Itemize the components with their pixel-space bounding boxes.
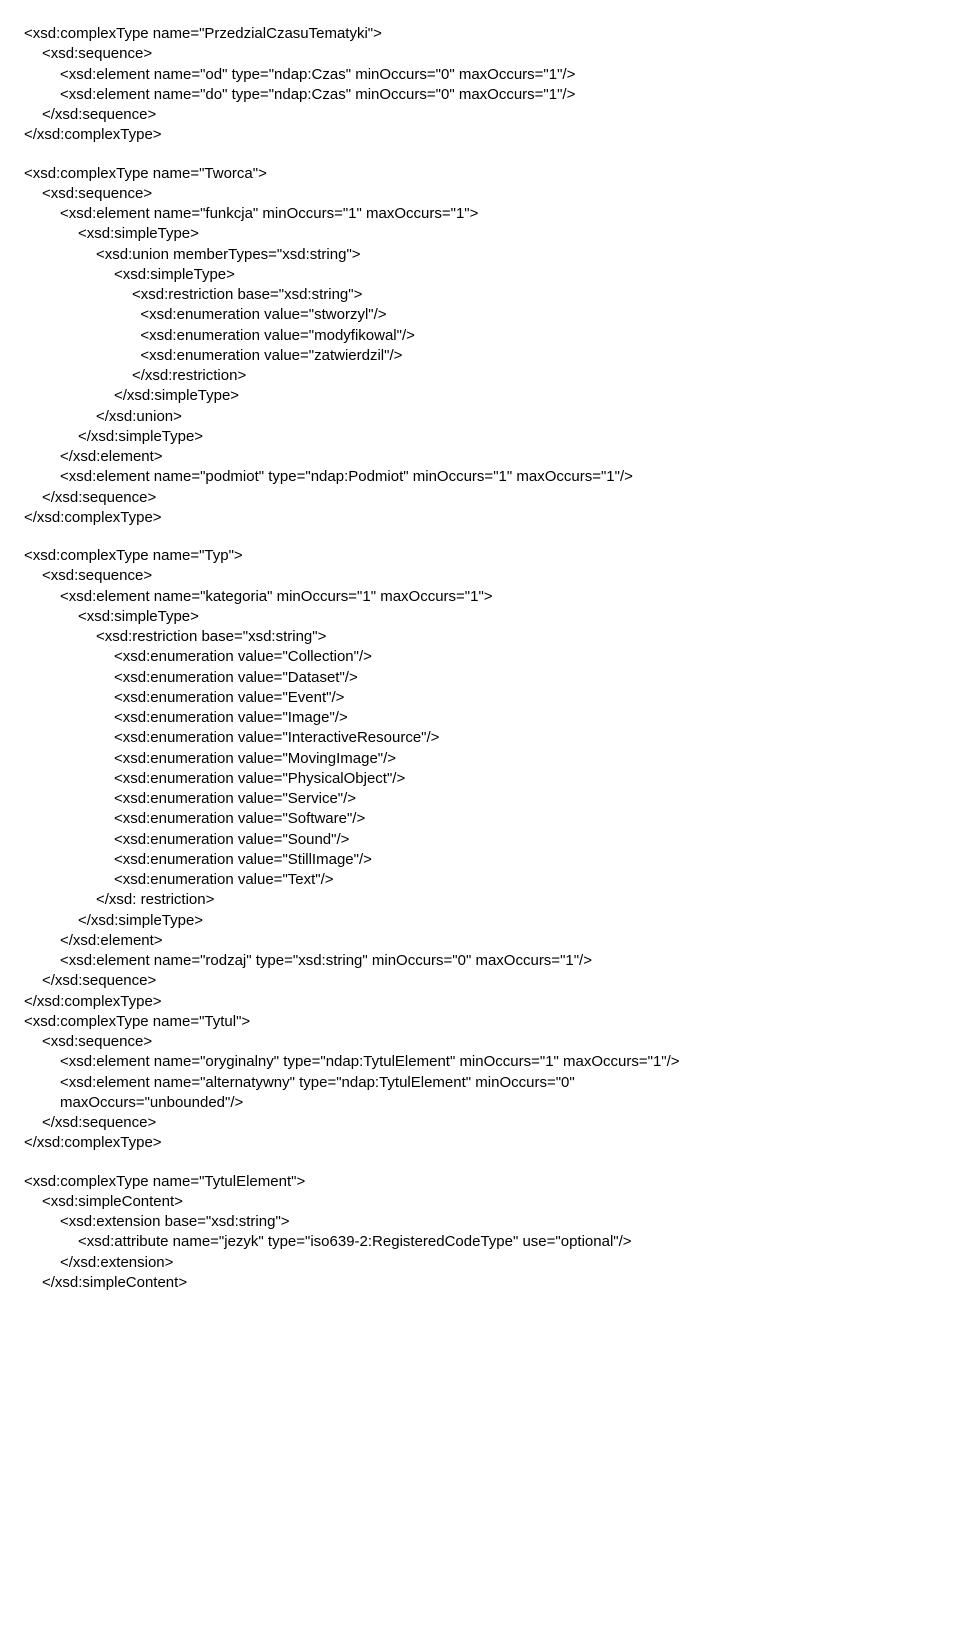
code-line: <xsd:restriction base="xsd:string"> xyxy=(24,285,936,305)
code-line: </xsd:complexType> xyxy=(24,508,936,528)
code-line: <xsd:enumeration value="StillImage"/> xyxy=(24,850,936,870)
code-line: </xsd:complexType> xyxy=(24,125,936,145)
code-line: <xsd:simpleType> xyxy=(24,224,936,244)
code-line: </xsd:extension> xyxy=(24,1253,936,1273)
code-line: <xsd:enumeration value="Software"/> xyxy=(24,809,936,829)
code-line: <xsd:element name="od" type="ndap:Czas" … xyxy=(24,65,936,85)
code-line: <xsd:simpleContent> xyxy=(24,1192,936,1212)
code-line: <xsd:enumeration value="zatwierdzil"/> xyxy=(24,346,936,366)
blank-line xyxy=(24,146,936,164)
code-line: </xsd:simpleType> xyxy=(24,386,936,406)
code-line: <xsd:enumeration value="Text"/> xyxy=(24,870,936,890)
code-line: </xsd:union> xyxy=(24,407,936,427)
code-line: <xsd:enumeration value="Sound"/> xyxy=(24,830,936,850)
code-line: <xsd:element name="podmiot" type="ndap:P… xyxy=(24,467,936,487)
code-line: </xsd:sequence> xyxy=(24,1113,936,1133)
code-line: <xsd:complexType name="PrzedzialCzasuTem… xyxy=(24,24,936,44)
code-line: <xsd:simpleType> xyxy=(24,607,936,627)
code-line: </xsd:sequence> xyxy=(24,105,936,125)
code-line: <xsd:extension base="xsd:string"> xyxy=(24,1212,936,1232)
code-line: <xsd:enumeration value="Service"/> xyxy=(24,789,936,809)
code-line: </xsd:restriction> xyxy=(24,366,936,386)
code-line: </xsd:simpleType> xyxy=(24,911,936,931)
code-line: maxOccurs="unbounded"/> xyxy=(24,1093,936,1113)
code-line: <xsd:element name="do" type="ndap:Czas" … xyxy=(24,85,936,105)
blank-line xyxy=(24,1154,936,1172)
code-line: <xsd:sequence> xyxy=(24,566,936,586)
code-line: <xsd:enumeration value="Event"/> xyxy=(24,688,936,708)
code-line: <xsd:restriction base="xsd:string"> xyxy=(24,627,936,647)
code-line: <xsd:sequence> xyxy=(24,1032,936,1052)
code-line: <xsd:element name="alternatywny" type="n… xyxy=(24,1073,936,1093)
code-line: </xsd:element> xyxy=(24,447,936,467)
code-line: </xsd:simpleContent> xyxy=(24,1273,936,1293)
code-line: <xsd:enumeration value="Image"/> xyxy=(24,708,936,728)
blank-line xyxy=(24,528,936,546)
code-line: </xsd:sequence> xyxy=(24,488,936,508)
code-line: <xsd:complexType name="Tworca"> xyxy=(24,164,936,184)
code-line: <xsd:sequence> xyxy=(24,184,936,204)
code-line: <xsd:enumeration value="Dataset"/> xyxy=(24,668,936,688)
code-line: <xsd:attribute name="jezyk" type="iso639… xyxy=(24,1232,936,1252)
code-line: <xsd:complexType name="TytulElement"> xyxy=(24,1172,936,1192)
code-line: <xsd:complexType name="Typ"> xyxy=(24,546,936,566)
code-line: <xsd:enumeration value="MovingImage"/> xyxy=(24,749,936,769)
code-line: <xsd:element name="kategoria" minOccurs=… xyxy=(24,587,936,607)
code-line: <xsd:enumeration value="stworzyl"/> xyxy=(24,305,936,325)
code-line: <xsd:simpleType> xyxy=(24,265,936,285)
code-line: <xsd:enumeration value="InteractiveResou… xyxy=(24,728,936,748)
code-line: <xsd:element name="rodzaj" type="xsd:str… xyxy=(24,951,936,971)
code-line: </xsd:simpleType> xyxy=(24,427,936,447)
code-line: <xsd:element name="funkcja" minOccurs="1… xyxy=(24,204,936,224)
code-line: </xsd:sequence> xyxy=(24,971,936,991)
code-line: </xsd:complexType> xyxy=(24,1133,936,1153)
code-line: <xsd:union memberTypes="xsd:string"> xyxy=(24,245,936,265)
code-line: </xsd:element> xyxy=(24,931,936,951)
code-line: <xsd:sequence> xyxy=(24,44,936,64)
code-line: <xsd:enumeration value="Collection"/> xyxy=(24,647,936,667)
code-line: </xsd:complexType> xyxy=(24,992,936,1012)
xsd-document: <xsd:complexType name="PrzedzialCzasuTem… xyxy=(24,24,936,1293)
code-line: <xsd:element name="oryginalny" type="nda… xyxy=(24,1052,936,1072)
code-line: <xsd:enumeration value="modyfikowal"/> xyxy=(24,326,936,346)
code-line: <xsd:enumeration value="PhysicalObject"/… xyxy=(24,769,936,789)
code-line: <xsd:complexType name="Tytul"> xyxy=(24,1012,936,1032)
code-line: </xsd: restriction> xyxy=(24,890,936,910)
